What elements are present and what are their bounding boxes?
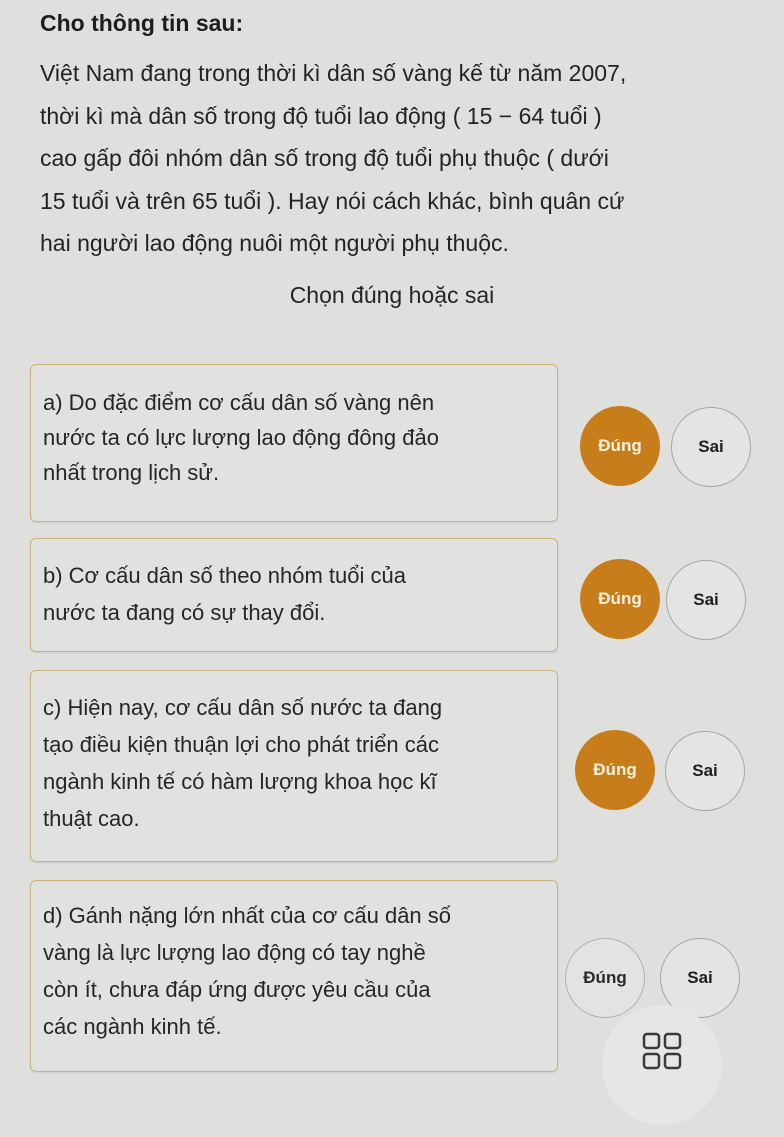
statement-line: a) Do đặc điểm cơ cấu dân số vàng nên xyxy=(43,390,435,415)
paragraph-line: cao gấp đôi nhóm dân số trong độ tuổi ph… xyxy=(40,145,609,171)
instruction-subtitle: Chọn đúng hoặc sai xyxy=(289,282,495,308)
statement-line: nhất trong lịch sử. xyxy=(43,460,220,485)
statement-line: ngành kinh tế có hàm lượng khoa học kĩ xyxy=(43,769,437,794)
true-button-d[interactable]: Đúng xyxy=(565,938,645,1018)
statement-text-d: d) Gánh nặng lớn nhất của cơ cấu dân số … xyxy=(43,897,543,1045)
statement-card-a: a) Do đặc điểm cơ cấu dân số vàng nên nư… xyxy=(30,364,558,522)
true-button-b[interactable]: Đúng xyxy=(580,559,660,639)
paragraph-line: thời kì mà dân số trong độ tuổi lao động… xyxy=(40,102,602,129)
statement-line: c) Hiện nay, cơ cấu dân số nước ta đang xyxy=(43,695,443,720)
paragraph-line: hai người lao động nuôi một người phụ th… xyxy=(40,230,509,256)
paragraph-line: 15 tuổi và trên 65 tuổi ). Hay nói cách … xyxy=(40,187,625,214)
statement-line: còn ít, chưa đáp ứng được yêu cầu của xyxy=(43,977,431,1002)
statement-line: thuật cao. xyxy=(43,806,140,831)
statement-text-a: a) Do đặc điểm cơ cấu dân số vàng nên nư… xyxy=(43,385,543,490)
statement-line: tạo điều kiện thuận lợi cho phát triển c… xyxy=(43,732,440,757)
statement-line: vàng là lực lượng lao động có tay nghề xyxy=(43,940,426,965)
statement-line: nước ta có lực lượng lao động đông đảo xyxy=(43,425,439,450)
statement-card-d: d) Gánh nặng lớn nhất của cơ cấu dân số … xyxy=(30,880,558,1072)
statement-text-b: b) Cơ cấu dân số theo nhóm tuổi của nước… xyxy=(43,557,543,631)
true-button-a[interactable]: Đúng xyxy=(580,406,660,486)
statement-line: các ngành kinh tế. xyxy=(43,1014,222,1039)
statement-card-b: b) Cơ cấu dân số theo nhóm tuổi của nước… xyxy=(30,538,558,652)
page-title: Cho thông tin sau: xyxy=(40,10,244,36)
false-button-a[interactable]: Sai xyxy=(671,407,751,487)
statement-line: b) Cơ cấu dân số theo nhóm tuổi của xyxy=(43,563,406,588)
false-button-b[interactable]: Sai xyxy=(666,560,746,640)
statement-text-c: c) Hiện nay, cơ cấu dân số nước ta đang … xyxy=(43,689,543,837)
false-button-c[interactable]: Sai xyxy=(665,731,745,811)
info-paragraph: Việt Nam đang trong thời kì dân số vàng … xyxy=(40,52,760,265)
grid-icon[interactable] xyxy=(642,1032,682,1070)
paragraph-line: Việt Nam đang trong thời kì dân số vàng … xyxy=(40,60,627,86)
statement-card-c: c) Hiện nay, cơ cấu dân số nước ta đang … xyxy=(30,670,558,862)
true-button-c[interactable]: Đúng xyxy=(575,730,655,810)
statement-line: d) Gánh nặng lớn nhất của cơ cấu dân số xyxy=(43,903,452,928)
statement-line: nước ta đang có sự thay đổi. xyxy=(43,600,326,625)
